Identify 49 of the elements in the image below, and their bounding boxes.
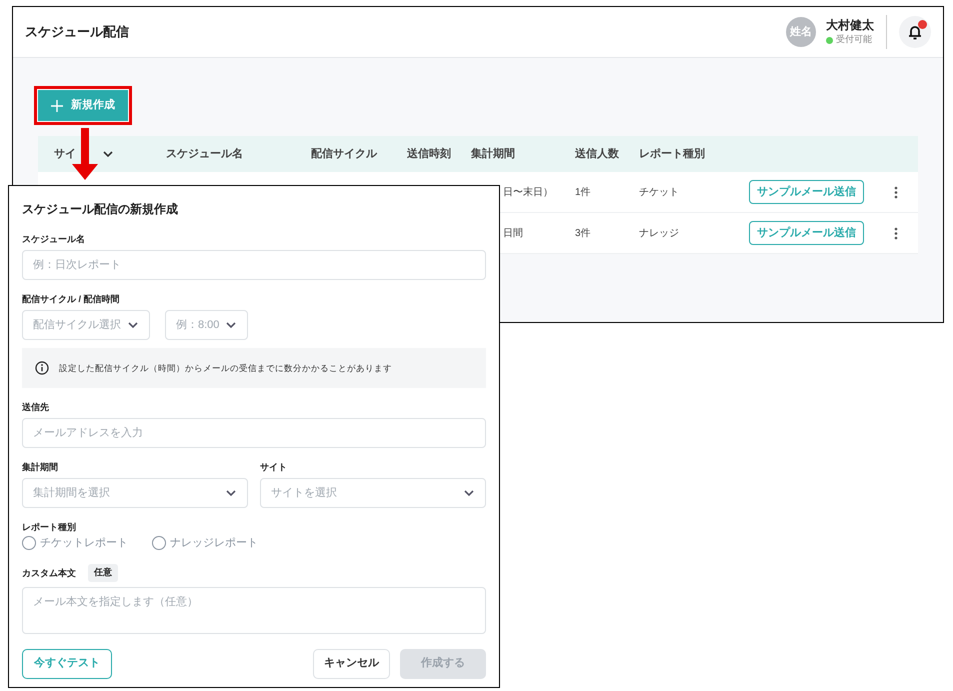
field-label: 配信サイクル / 配信時間	[22, 293, 121, 305]
optional-badge: 任意	[88, 564, 118, 582]
field-label: サイト	[260, 461, 288, 473]
column-header: スケジュール名	[166, 146, 243, 162]
table-cell-text: 日間	[503, 226, 523, 240]
cancel-button[interactable]: キャンセル	[313, 648, 390, 678]
table-cell-text: 3件	[575, 226, 591, 240]
notice-text: 設定した配信サイクル（時間）からメールの受信までに数分かかることがあります	[59, 362, 392, 374]
custom-body-textarea[interactable]: メール本文を指定します（任意）	[22, 586, 486, 634]
status-text: 受付可能	[836, 33, 872, 46]
column-header: レポート種別	[639, 146, 705, 162]
notification-button[interactable]	[899, 16, 931, 48]
dialog-title: スケジュール配信の新規作成	[22, 201, 179, 218]
select-field[interactable]: 例：8:00	[165, 310, 248, 340]
table-cell-text: チケット	[639, 186, 679, 200]
column-header: 送信時刻	[407, 146, 451, 162]
sample-mail-button[interactable]: サンプルメール送信	[749, 180, 864, 204]
sample-mail-button[interactable]: サンプルメール送信	[749, 221, 864, 245]
bell-icon	[906, 23, 924, 41]
select-field[interactable]: サイトを選択	[260, 478, 486, 508]
radio-button[interactable]	[22, 536, 36, 550]
avatar[interactable]: 姓名	[786, 17, 816, 47]
field-label: 集計期間	[22, 461, 59, 473]
test-now-button[interactable]: 今すぐテスト	[22, 648, 112, 678]
column-header: サイ	[54, 146, 76, 162]
user-name: 大村健太	[826, 17, 874, 34]
field-label: カスタム本文	[22, 566, 76, 578]
create-button[interactable]: 新規作成	[37, 89, 129, 122]
radio-option[interactable]: チケットレポート	[22, 535, 128, 552]
schedule-name-input[interactable]: 例：日次レポート	[22, 250, 486, 280]
radio-button[interactable]	[152, 536, 166, 550]
column-header: 配信サイクル	[311, 146, 377, 162]
table-cell-text: ナレッジ	[639, 226, 679, 240]
field-label: スケジュール名	[22, 233, 86, 245]
recipient-input[interactable]: メールアドレスを入力	[22, 418, 486, 448]
page-title: スケジュール配信	[25, 23, 129, 42]
plus-icon	[51, 100, 63, 112]
select-field[interactable]: 集計期間を選択	[22, 478, 248, 508]
info-icon	[35, 361, 49, 375]
field-label: 送信先	[22, 401, 50, 413]
more-options-icon[interactable]	[894, 226, 898, 240]
table-cell-text: 日〜末日）	[503, 186, 553, 200]
column-header: 集計期間	[471, 146, 515, 162]
select-field[interactable]: 配信サイクル選択	[22, 310, 150, 340]
table-cell-text: 1件	[575, 186, 591, 200]
field-label: レポート種別	[22, 521, 77, 533]
more-options-icon[interactable]	[894, 186, 898, 198]
column-header: 送信人数	[575, 146, 619, 162]
radio-option[interactable]: ナレッジレポート	[152, 535, 258, 552]
